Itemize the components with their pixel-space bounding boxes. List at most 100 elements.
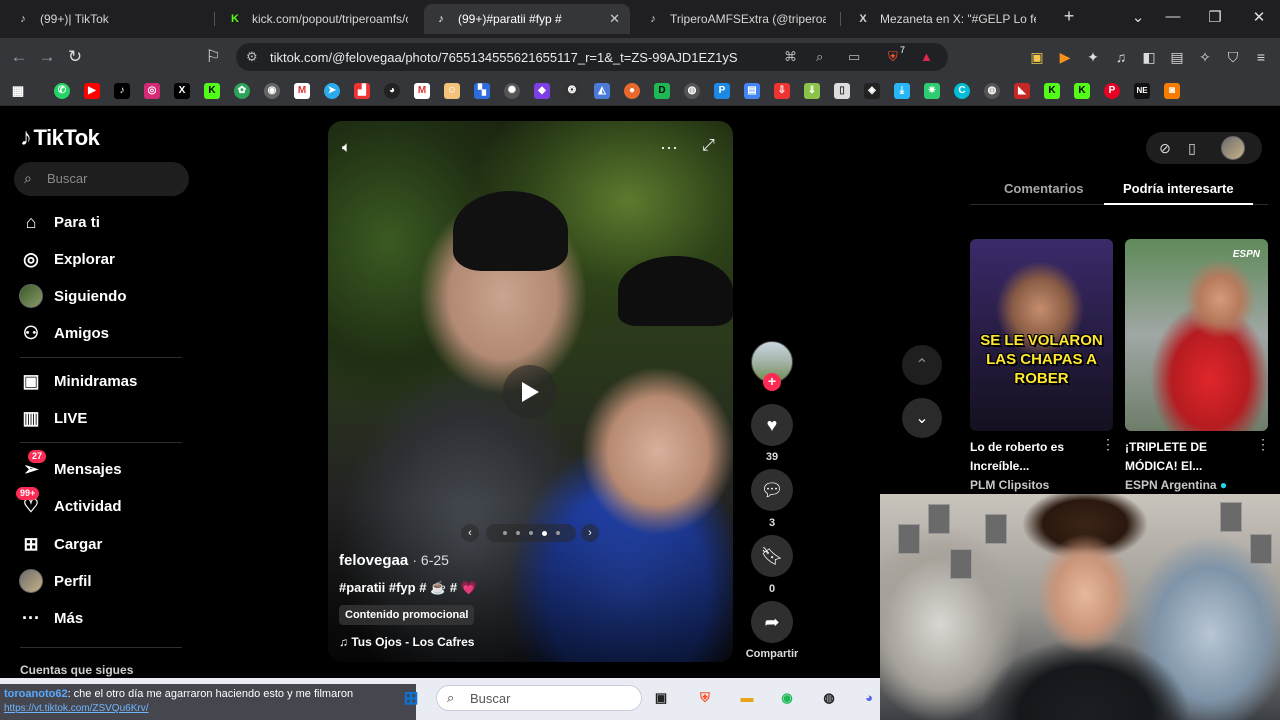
suggested-video-author[interactable]: ESPN Argentina ●	[1125, 478, 1227, 492]
tab-podria-interesarte[interactable]: Podría interesarte	[1123, 181, 1234, 196]
like-button[interactable]: ♥	[751, 404, 793, 446]
music-title[interactable]: Tus Ojos - Los Cafres	[351, 635, 474, 649]
orange-app-icon[interactable]: ●	[624, 83, 640, 99]
photo-post-player[interactable]: 🔈︎ ··· ⤢ ‹ › felovegaa · 6-25 #paratii #…	[328, 121, 733, 662]
spotify-icon[interactable]: ◉	[774, 685, 800, 711]
nav-item-mensajes[interactable]: ➢ 27 Mensajes	[18, 450, 122, 483]
nav-item-actividad[interactable]: ♡ 99+ Actividad	[16, 487, 122, 520]
more-vertical-icon[interactable]: ⋮	[1256, 436, 1270, 453]
cast-icon[interactable]: ▭	[848, 49, 860, 65]
drive-icon[interactable]: ◭	[594, 83, 610, 99]
carousel-next-button[interactable]: ›	[581, 524, 599, 542]
taskbar-search[interactable]: ⌕ Buscar	[436, 685, 642, 711]
new-tab-button[interactable]: +	[1058, 6, 1080, 27]
brave-rewards-icon[interactable]: ▲	[920, 49, 933, 64]
tiktok-bookmark-icon[interactable]: ♪	[114, 83, 130, 99]
suggested-video-thumbnail[interactable]: SE LE VOLARON LAS CHAPAS A ROBER	[970, 239, 1113, 431]
nav-item-para-ti[interactable]: ⌂ Para ti	[18, 208, 100, 236]
d-app-icon[interactable]: D	[654, 83, 670, 99]
paypal-icon[interactable]: P	[714, 83, 730, 99]
bookmark-icon[interactable]: ⚐	[202, 47, 224, 67]
nav-item-live[interactable]: ▥ LIVE	[18, 404, 87, 432]
globe-bookmark-icon[interactable]: ◍	[684, 83, 700, 99]
extension-bookmark-icon[interactable]: ✿	[234, 83, 250, 99]
apps-grid-icon[interactable]: ▦	[10, 83, 26, 99]
next-video-button[interactable]: ⌄	[902, 398, 942, 438]
media-music-icon[interactable]: ♫	[1111, 47, 1131, 67]
whatsapp-icon[interactable]: ✆	[54, 83, 70, 99]
pinterest-icon[interactable]: P	[1104, 83, 1120, 99]
forward-arrow-icon[interactable]: →	[36, 47, 58, 67]
suggested-video-title[interactable]: ¡TRIPLETE DE MÓDICA! El...	[1125, 438, 1255, 476]
comment-button[interactable]: 💬︎	[751, 469, 793, 511]
carousel-prev-button[interactable]: ‹	[461, 524, 479, 542]
minimize-icon[interactable]: —	[1162, 8, 1184, 25]
extension-play-icon[interactable]: ▶	[1055, 47, 1075, 67]
back-arrow-icon[interactable]: ←	[8, 47, 30, 67]
purple-app-icon[interactable]: ◆	[534, 83, 550, 99]
leo-ai-icon[interactable]: ✧	[1195, 47, 1215, 67]
address-bar[interactable]: ⚙ tiktok.com/@felovegaa/photo/7655134555…	[236, 43, 948, 71]
suggested-video-thumbnail[interactable]: ESPN	[1125, 239, 1268, 431]
nav-item-explorar[interactable]: ◎ Explorar	[18, 245, 115, 273]
reload-icon[interactable]: ↻	[64, 47, 86, 67]
browser-tab-active[interactable]: ♪ (99+)#paratii #fyp # ✕	[424, 4, 630, 34]
brave-shields-icon[interactable]: ⛨	[888, 49, 898, 65]
save-button[interactable]: 🔖︎	[751, 535, 793, 577]
x-bookmark-icon[interactable]: X	[174, 83, 190, 99]
extension-wallet-icon[interactable]: ▣	[1027, 47, 1047, 67]
more-options-icon[interactable]: ···	[660, 137, 678, 158]
tiktok-logo[interactable]: ♪ TikTok	[20, 124, 100, 152]
search-input[interactable]: ⌕ Buscar	[14, 162, 189, 196]
circle-bookmark-icon[interactable]: ◉	[264, 83, 280, 99]
volume-icon[interactable]: 🔈︎	[342, 139, 351, 156]
fullscreen-icon[interactable]: ⤢	[702, 137, 715, 155]
file-bookmark-icon[interactable]: ▯	[834, 83, 850, 99]
download-green-icon[interactable]: ⇓	[804, 83, 820, 99]
nav-item-cargar[interactable]: ⊞ Cargar	[18, 530, 102, 558]
instagram-icon[interactable]: ◎	[144, 83, 160, 99]
orange-square-icon[interactable]: ◙	[1164, 83, 1180, 99]
obs-icon[interactable]: ◍	[816, 685, 842, 711]
suggested-video-author[interactable]: PLM Clipsitos	[970, 478, 1049, 492]
vpn-shield-icon[interactable]: ⛉	[1223, 47, 1243, 67]
diamond-bookmark-icon[interactable]: ◈	[864, 83, 880, 99]
nav-item-amigos[interactable]: ⚇ Amigos	[18, 319, 109, 347]
play-button[interactable]	[503, 365, 557, 419]
post-author[interactable]: felovegaa · 6-25	[339, 552, 449, 569]
translate-icon[interactable]: ⌘	[784, 49, 797, 65]
close-window-icon[interactable]: ✕	[1248, 8, 1270, 26]
close-tab-icon[interactable]: ✕	[609, 11, 620, 27]
suggested-video-title[interactable]: Lo de roberto es Increíble...	[970, 438, 1100, 476]
green-star-icon[interactable]: ✷	[924, 83, 940, 99]
brave-browser-icon[interactable]: ⛨	[692, 685, 718, 711]
gmail-icon[interactable]: M	[294, 83, 310, 99]
download-red-icon[interactable]: ⇩	[774, 83, 790, 99]
youtube-icon[interactable]: ▶	[84, 83, 100, 99]
c-app-icon[interactable]: C	[954, 83, 970, 99]
browser-tab[interactable]: ♪ (99+)| TikTok	[6, 4, 211, 34]
red-app-icon[interactable]: ◣	[1014, 83, 1030, 99]
profile-avatar-top[interactable]	[1218, 136, 1248, 160]
more-vertical-icon[interactable]: ⋮	[1101, 436, 1115, 453]
chat-link[interactable]: https://vt.tiktok.com/ZSVQu6Krv/	[4, 703, 149, 714]
carousel-dot[interactable]	[502, 531, 507, 535]
extensions-puzzle-icon[interactable]: ✦	[1083, 47, 1103, 67]
post-caption[interactable]: #paratii #fyp # ☕ # 💗	[339, 580, 477, 596]
browser-tab[interactable]: K kick.com/popout/triperoamfs/ch	[218, 4, 418, 34]
menu-hamburger-icon[interactable]: ≡	[1251, 47, 1271, 67]
ne-app-icon[interactable]: NE	[1134, 83, 1150, 99]
author-username[interactable]: felovegaa	[339, 552, 408, 569]
wallet-icon[interactable]: ▤	[1167, 47, 1187, 67]
gmail-alt-icon[interactable]: M	[414, 83, 430, 99]
follow-plus-button[interactable]: +	[763, 373, 781, 391]
tab-list-chevron-icon[interactable]: ⌄	[1127, 8, 1149, 26]
sidebar-icon[interactable]: ◧	[1139, 47, 1159, 67]
tab-comentarios[interactable]: Comentarios	[1004, 181, 1083, 196]
trello-icon[interactable]: ▚	[474, 83, 490, 99]
globe2-bookmark-icon[interactable]: ◍	[984, 83, 1000, 99]
site-settings-icon[interactable]: ⚙	[246, 49, 258, 65]
task-view-icon[interactable]: ▣	[648, 685, 674, 711]
github-icon[interactable]: ◕	[384, 83, 400, 99]
music-info[interactable]: ♫ Tus Ojos - Los Cafres	[339, 635, 474, 649]
